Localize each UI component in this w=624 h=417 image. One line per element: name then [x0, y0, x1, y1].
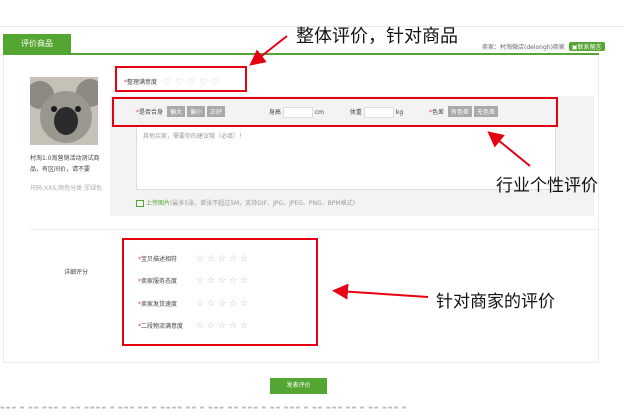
annotation-arrows — [249, 35, 531, 300]
arrow-industry — [487, 131, 531, 167]
arrow-seller — [332, 283, 429, 300]
arrow-overall — [249, 35, 288, 66]
